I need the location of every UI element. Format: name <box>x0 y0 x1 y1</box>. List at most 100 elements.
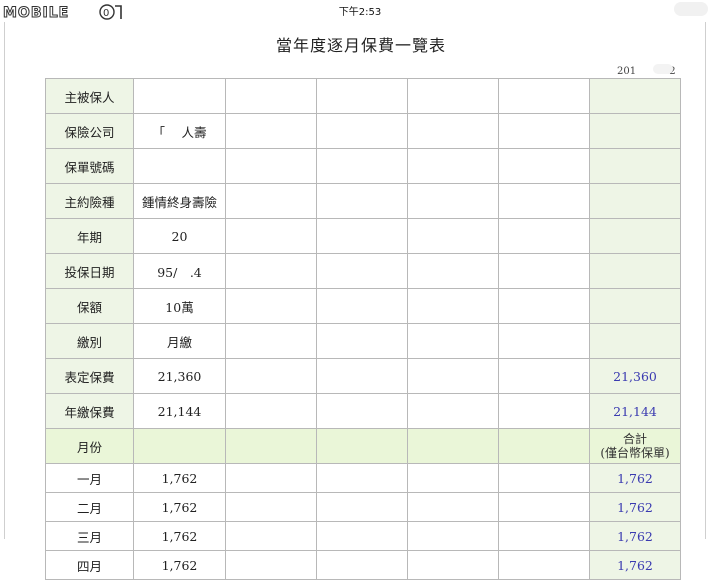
table-row: 投保日期 95/ .4 <box>45 253 681 289</box>
month-header-label: 月份 <box>45 428 134 464</box>
empty-cell <box>407 288 499 324</box>
month-total: 1,762 <box>589 521 681 551</box>
empty-cell <box>316 358 408 394</box>
empty-cell <box>316 148 408 184</box>
row-value: 10萬 <box>133 288 226 324</box>
empty-cell <box>407 148 499 184</box>
row-value: 月繳 <box>133 323 226 359</box>
empty-cell <box>498 78 590 114</box>
empty-cell <box>316 78 408 114</box>
empty-cell <box>498 148 590 184</box>
table-row: 主被保人 <box>45 78 681 114</box>
empty-cell <box>498 358 590 394</box>
empty-cell <box>407 393 499 429</box>
status-bar: MOBILE 0 下午2:53 <box>0 0 720 22</box>
month-value: 1,762 <box>133 492 226 522</box>
empty-cell <box>498 492 590 522</box>
empty-cell <box>225 78 317 114</box>
empty-cell <box>407 492 499 522</box>
document-title: 當年度逐月保費一覽表 <box>275 36 446 55</box>
table-row: 保額 10萬 <box>45 288 681 324</box>
empty-cell <box>225 393 317 429</box>
row-total <box>589 183 681 219</box>
header-empty-cell <box>407 428 499 464</box>
row-total <box>589 253 681 289</box>
row-label: 主約險種 <box>45 183 134 219</box>
empty-cell <box>225 288 317 324</box>
month-total: 1,762 <box>589 463 681 493</box>
month-total: 1,762 <box>589 492 681 522</box>
empty-cell <box>407 183 499 219</box>
empty-cell <box>316 323 408 359</box>
empty-cell <box>498 253 590 289</box>
month-label: 一月 <box>45 463 134 493</box>
empty-cell <box>225 148 317 184</box>
row-total <box>589 288 681 324</box>
row-value: 「 人壽 <box>133 113 226 149</box>
empty-cell <box>316 113 408 149</box>
empty-cell <box>225 550 317 580</box>
empty-cell <box>225 521 317 551</box>
row-value <box>133 148 226 184</box>
month-total: 1,762 <box>589 550 681 580</box>
month-row: 四月 1,762 1,762 <box>45 550 681 580</box>
empty-cell <box>498 113 590 149</box>
table-row: 表定保費 21,360 21,360 <box>45 358 681 394</box>
document-page: 當年度逐月保費一覽表 201 .2 主被保人 保險公司「 人壽 保單號碼 主約險種 鍾情… <box>4 22 706 580</box>
total-header: 合計 (僅台幣保單) <box>589 428 681 464</box>
empty-cell <box>316 393 408 429</box>
month-value: 1,762 <box>133 550 226 580</box>
row-value: 21,144 <box>133 393 226 429</box>
empty-cell <box>407 550 499 580</box>
month-row: 三月 1,762 1,762 <box>45 521 681 551</box>
empty-cell <box>225 218 317 254</box>
row-total <box>589 323 681 359</box>
premium-table: 主被保人 保險公司「 人壽 保單號碼 主約險種 鍾情終身壽險 年期 20 投保日期 95/ .4… <box>45 78 681 580</box>
header-empty-cell <box>316 428 408 464</box>
row-value: 21,360 <box>133 358 226 394</box>
empty-cell <box>225 253 317 289</box>
table-row: 年繳保費 21,144 21,144 <box>45 393 681 429</box>
empty-cell <box>498 393 590 429</box>
row-total <box>589 113 681 149</box>
row-label: 年期 <box>45 218 134 254</box>
row-label: 年繳保費 <box>45 393 134 429</box>
empty-cell <box>316 183 408 219</box>
month-label: 三月 <box>45 521 134 551</box>
row-value: 鍾情終身壽險 <box>133 183 226 219</box>
row-label: 保單號碼 <box>45 148 134 184</box>
empty-cell <box>225 492 317 522</box>
table-row: 保險公司「 人壽 <box>45 113 681 149</box>
row-total <box>589 148 681 184</box>
empty-cell <box>316 253 408 289</box>
status-time: 下午2:53 <box>338 7 382 18</box>
row-total <box>589 218 681 254</box>
header-empty-cell <box>498 428 590 464</box>
table-row: 保單號碼 <box>45 148 681 184</box>
table-row: 年期 20 <box>45 218 681 254</box>
month-row: 一月 1,762 1,762 <box>45 463 681 493</box>
row-value <box>133 78 226 114</box>
empty-cell <box>225 183 317 219</box>
row-value: 95/ .4 <box>133 253 226 289</box>
empty-cell <box>407 463 499 493</box>
table-row: 主約險種 鍾情終身壽險 <box>45 183 681 219</box>
empty-cell <box>498 521 590 551</box>
empty-cell <box>316 492 408 522</box>
header-empty-cell <box>225 428 317 464</box>
empty-cell <box>316 521 408 551</box>
total-header-line1: 合計 <box>622 432 647 446</box>
header-empty-cell <box>133 428 226 464</box>
month-header-row: 月份 合計 (僅台幣保單) <box>45 428 681 464</box>
empty-cell <box>498 323 590 359</box>
empty-cell <box>407 253 499 289</box>
empty-cell <box>498 218 590 254</box>
empty-cell <box>407 218 499 254</box>
row-label: 保額 <box>45 288 134 324</box>
empty-cell <box>498 463 590 493</box>
empty-cell <box>225 113 317 149</box>
row-label: 主被保人 <box>45 78 134 114</box>
month-value: 1,762 <box>133 521 226 551</box>
month-label: 四月 <box>45 550 134 580</box>
empty-cell <box>316 463 408 493</box>
